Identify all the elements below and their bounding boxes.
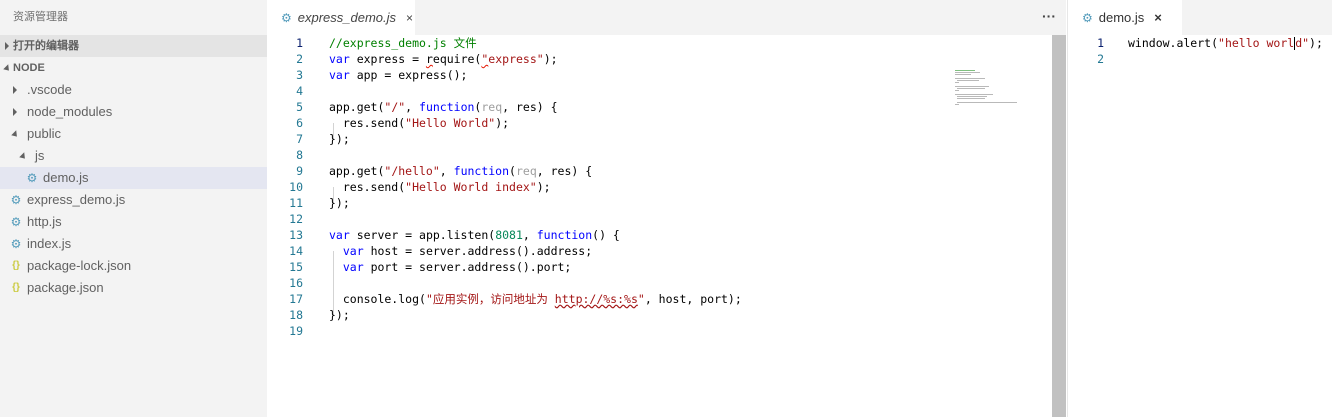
tree-item[interactable]: public xyxy=(0,123,267,145)
tree-item-label: package.json xyxy=(27,280,104,295)
chevron-right-icon xyxy=(11,79,19,101)
tree-item[interactable]: {} package-lock.json xyxy=(0,255,267,277)
tree-item-label: http.js xyxy=(27,214,62,229)
code-line-9: app.get("/hello", function(req, res) { xyxy=(329,164,593,178)
code-line-2: var express = require("express"); xyxy=(329,52,558,66)
line-number: 12 xyxy=(289,212,303,226)
gear-icon: ⚙ xyxy=(281,10,292,25)
tab-label: express_demo.js xyxy=(297,10,397,25)
tree-item[interactable]: {} package.json xyxy=(0,277,267,299)
chevron-right-icon xyxy=(11,101,19,123)
tab-express-demo[interactable]: ⚙ express_demo.js × xyxy=(267,0,415,35)
tree-item[interactable]: ⚙ demo.js xyxy=(0,167,267,189)
close-icon[interactable]: × xyxy=(406,11,413,25)
tab-demo-js[interactable]: ⚙ demo.js × xyxy=(1068,0,1182,35)
code-line-1: window.alert("hello world"); xyxy=(1128,36,1323,50)
line-number: 8 xyxy=(296,148,303,162)
line-number: 1 xyxy=(1097,36,1104,50)
line-number: 3 xyxy=(296,68,303,82)
explorer-title: 资源管理器 xyxy=(13,11,68,23)
code-line-17: console.log("应用实例，访问地址为 http://%s:%s", h… xyxy=(329,292,742,306)
gear-icon: ⚙ xyxy=(26,171,38,185)
chevron-down-icon xyxy=(2,57,12,79)
code-line-6: res.send("Hello World"); xyxy=(329,116,510,130)
minimap[interactable] xyxy=(955,70,1025,110)
line-number: 6 xyxy=(296,116,303,130)
tree-item[interactable]: ⚙ index.js xyxy=(0,233,267,255)
code-line-10: res.send("Hello World index"); xyxy=(329,180,551,194)
editor-group-left: ⚙ express_demo.js × ··· 1 2 3 4 5 6 7 8 9 10 11 12 1… xyxy=(267,0,1066,417)
more-actions-icon[interactable]: ··· xyxy=(1042,0,1056,35)
line-number: 5 xyxy=(296,100,303,114)
open-editors-label: 打开的编辑器 xyxy=(13,40,79,52)
code-line-3: var app = express(); xyxy=(329,68,468,82)
tab-bar: ⚙ express_demo.js × ··· xyxy=(267,0,1066,35)
code-editor[interactable]: 1 2 3 4 5 6 7 8 9 10 11 12 13 14 15 16 17 18 19 //express_… xyxy=(267,35,1066,417)
code-line-18: }); xyxy=(329,308,350,322)
gear-icon: ⚙ xyxy=(10,237,22,251)
tree-item[interactable]: js xyxy=(0,145,267,167)
line-number: 4 xyxy=(296,84,303,98)
folder-label: NODE xyxy=(13,62,45,74)
tree-item[interactable]: .vscode xyxy=(0,79,267,101)
line-number: 14 xyxy=(289,244,303,258)
line-number: 2 xyxy=(296,52,303,66)
gear-icon: ⚙ xyxy=(10,215,22,229)
tree-item-label: js xyxy=(35,148,45,163)
line-number: 1 xyxy=(296,36,303,50)
tree-item-label: express_demo.js xyxy=(27,192,126,207)
braces-icon: {} xyxy=(12,260,20,271)
tree-item-label: package-lock.json xyxy=(27,258,132,273)
tree-item-label: public xyxy=(27,126,61,141)
code-line-15: var port = server.address().port; xyxy=(342,260,572,274)
vertical-scrollbar[interactable] xyxy=(1052,35,1066,417)
file-tree: .vscode node_modulespublic js ⚙ demo.js ⚙ expr… xyxy=(0,79,267,299)
tree-item[interactable]: ⚙ express_demo.js xyxy=(0,189,267,211)
line-number: 2 xyxy=(1097,52,1104,66)
tree-item[interactable]: ⚙ http.js xyxy=(0,211,267,233)
tree-item-label: .vscode xyxy=(27,82,72,97)
code-line-13: var server = app.listen(8081, function()… xyxy=(329,228,620,242)
editor-group-right: ⚙ demo.js × 1 2 window.alert("hello world… xyxy=(1067,0,1332,417)
tree-item-label: index.js xyxy=(27,236,72,251)
open-editors-header[interactable]: 打开的编辑器 xyxy=(0,35,267,57)
code-editor-right[interactable]: 1 2 window.alert("hello world"); xyxy=(1068,35,1332,417)
close-icon[interactable]: × xyxy=(1154,10,1162,25)
tree-item[interactable]: node_modules xyxy=(0,101,267,123)
gear-icon: ⚙ xyxy=(10,193,22,207)
line-number: 9 xyxy=(296,164,303,178)
tree-item-label: node_modules xyxy=(27,104,113,119)
line-number: 19 xyxy=(289,324,303,338)
code-line-14: var host = server.address().address; xyxy=(342,244,593,258)
explorer-sidebar: 资源管理器 打开的编辑器 NODE .vscode node_modulespub… xyxy=(0,0,267,417)
line-number: 16 xyxy=(289,276,303,290)
chevron-down-icon xyxy=(10,123,20,145)
line-number: 15 xyxy=(289,260,303,274)
chevron-down-icon xyxy=(18,145,28,167)
line-number: 7 xyxy=(296,132,303,146)
tab-bar-right: ⚙ demo.js × xyxy=(1068,0,1332,35)
chevron-right-icon xyxy=(3,35,11,57)
line-number: 10 xyxy=(289,180,303,194)
tree-item-label: demo.js xyxy=(43,170,89,185)
code-line-5: app.get("/", function(req, res) { xyxy=(329,100,558,114)
code-line-7: }); xyxy=(329,132,350,146)
line-number: 13 xyxy=(289,228,303,242)
code-line-11: }); xyxy=(329,196,350,210)
tab-label: demo.js xyxy=(1098,10,1145,25)
text-cursor xyxy=(1294,37,1296,50)
line-number: 18 xyxy=(289,308,303,322)
gear-icon: ⚙ xyxy=(1082,10,1093,25)
line-number: 17 xyxy=(289,292,303,306)
braces-icon: {} xyxy=(12,282,20,293)
folder-header-node[interactable]: NODE xyxy=(0,57,267,79)
code-line-1: //express_demo.js 文件 xyxy=(329,36,477,50)
line-number: 11 xyxy=(289,196,303,210)
